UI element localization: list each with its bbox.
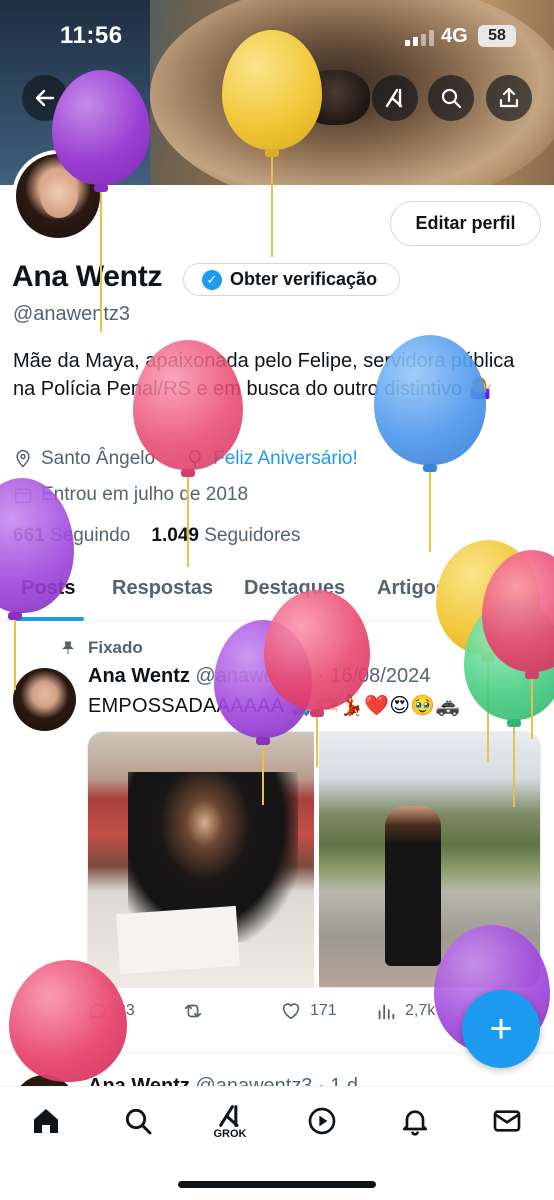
banner-image-dog-nose [300,70,370,125]
grok-button[interactable] [372,75,418,121]
back-button[interactable] [22,75,68,121]
repost-button[interactable] [182,1000,204,1022]
nav-home[interactable] [26,1101,66,1141]
tab-articles[interactable]: Artigos [377,577,447,600]
next-post-header: Ana Wentz @anawentz3 · 1 d [88,1075,358,1086]
get-verified-button[interactable]: ✓ Obter verificação [183,263,400,296]
plus-icon: + [489,1006,513,1051]
like-button[interactable]: 171 [280,1000,337,1022]
compose-button[interactable]: + [462,990,540,1068]
follow-stats: 661 Seguindo 1.049 Seguidores [13,525,300,547]
reply-button[interactable]: 33 [87,1000,135,1022]
joined-text: Entrou em julho de 2018 [41,484,249,505]
post-header: Ana Wentz @anawentz3 · 16/08/2024 [88,665,430,688]
tab-highlights[interactable]: Destaques [244,577,345,600]
following-count: 661 [13,525,45,546]
like-count: 171 [310,1002,337,1019]
tab-active-indicator [14,617,84,621]
verified-badge-icon: ✓ [202,269,222,290]
home-indicator [178,1181,376,1188]
photo-document [116,905,240,975]
post-author-name[interactable]: Ana Wentz [88,665,190,687]
profile-bio: Mãe da Maya, apaixonada pelo Felipe, ser… [13,350,515,400]
nav-grok[interactable]: GROK [210,1101,250,1141]
reply-icon [89,1003,107,1020]
post-media[interactable] [87,731,541,988]
post-meta: @anawentz3 · 16/08/2024 [195,665,431,687]
post-text: EMPOSSADAAAAAA 🙏🫶🏻💃🏻❤️😍🥹🚓 [88,695,461,717]
followers-count: 1.049 [151,525,199,546]
post-photo-outdoor[interactable] [319,732,540,987]
pinned-label: Fixado [88,638,143,657]
grok-icon [385,88,403,108]
grok-label: GROK [213,1128,247,1140]
tab-media[interactable]: Mídia [478,577,529,600]
next-post[interactable]: Ana Wentz @anawentz3 · 1 d [0,1052,554,1086]
location-pin-icon [16,449,30,468]
profile-avatar[interactable] [12,150,104,242]
tab-posts[interactable]: Posts [21,577,75,600]
profile-meta-joined: Entrou em julho de 2018 [13,484,248,506]
home-icon [34,1109,58,1133]
mail-icon [493,1110,521,1132]
get-verified-label: Obter verificação [230,269,378,289]
bell-icon [403,1110,427,1136]
nav-notifications[interactable] [395,1101,435,1141]
nav-video[interactable] [302,1101,342,1141]
profile-handle: @anawentz3 [13,303,131,325]
followers-label: Seguidores [204,525,301,546]
play-circle-icon [308,1107,336,1135]
post-author-avatar[interactable] [13,668,76,731]
photo-person-standing [385,806,441,966]
pin-icon [62,641,74,654]
search-icon [441,88,462,109]
post-actions: 33 171 2,7k [87,1000,527,1024]
status-bar: 11:56 4G 58 [0,0,554,70]
views-chart-icon [378,1004,395,1020]
views-count: 2,7k [405,1002,436,1019]
search-button[interactable] [428,75,474,121]
nav-search[interactable] [118,1101,158,1141]
reply-count: 33 [117,1002,135,1019]
following-link[interactable]: 661 Seguindo [13,525,130,546]
repost-icon [184,1004,202,1018]
next-post-author: Ana Wentz [88,1075,190,1086]
status-time: 11:56 [60,22,123,49]
network-label: 4G [441,25,468,47]
share-button[interactable] [486,75,532,121]
battery-icon: 58 [478,25,516,47]
post-photo-signing[interactable] [88,732,314,987]
following-label: Seguindo [49,525,131,546]
next-post-meta: @anawentz3 · 1 d [195,1075,359,1086]
edit-profile-button[interactable]: Editar perfil [390,201,541,246]
profile-tabs: Posts Respostas Destaques Artigos Mídia [0,568,554,621]
grok-icon [219,1105,239,1127]
followers-link[interactable]: 1.049 Seguidores [151,525,300,546]
signal-icon [405,30,435,46]
heart-icon [282,1003,300,1020]
calendar-icon [14,487,32,504]
search-icon [125,1108,152,1135]
pinned-indicator: Fixado [60,638,143,658]
nav-messages[interactable] [487,1101,527,1141]
next-post-avatar[interactable] [13,1075,76,1086]
share-icon [499,87,519,108]
birthday-link[interactable]: Feliz Aniversário! [213,448,358,470]
profile-name: Ana Wentz [12,260,163,293]
profile-meta-location: Santo Ângelo Feliz Aniversário! [13,448,358,470]
arrow-left-icon [35,89,55,107]
location-text: Santo Ângelo [41,448,156,469]
birthday-balloon-icon [189,449,201,467]
views-button[interactable]: 2,7k [375,1000,435,1022]
tab-replies[interactable]: Respostas [112,577,213,600]
